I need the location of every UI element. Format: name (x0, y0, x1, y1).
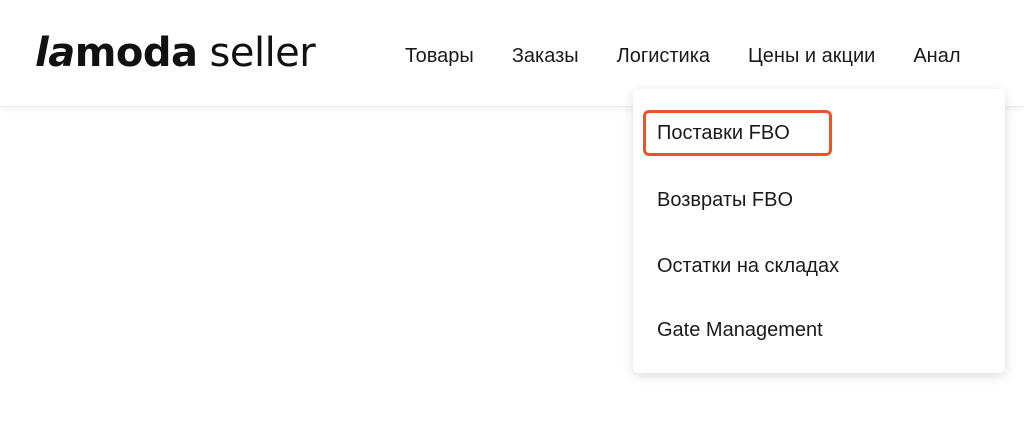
dropdown-item-fbo-supplies[interactable]: Поставки FBO (657, 119, 790, 147)
lamoda-seller-logo[interactable]: lamoda seller (35, 28, 316, 78)
nav-item-prices-promotions[interactable]: Цены и акции (748, 36, 875, 76)
dropdown-item-fbo-returns[interactable]: Возвраты FBO (657, 186, 793, 214)
dropdown-item-warehouse-stock[interactable]: Остатки на складах (657, 252, 839, 280)
logo-suffix: seller (209, 30, 316, 76)
logo-brand-la: la (35, 30, 75, 76)
nav-item-analytics[interactable]: Анал (913, 36, 960, 76)
nav-item-logistics[interactable]: Логистика (617, 36, 710, 76)
logo-brand: lamoda (35, 28, 198, 78)
logistics-dropdown-menu: Поставки FBO Возвраты FBO Остатки на скл… (633, 89, 1005, 373)
logo-brand-moda: moda (74, 30, 198, 76)
dropdown-item-gate-management[interactable]: Gate Management (657, 316, 823, 344)
main-nav: Товары Заказы Логистика Цены и акции Ана… (405, 36, 961, 76)
nav-item-orders[interactable]: Заказы (512, 36, 579, 76)
nav-item-products[interactable]: Товары (405, 36, 474, 76)
